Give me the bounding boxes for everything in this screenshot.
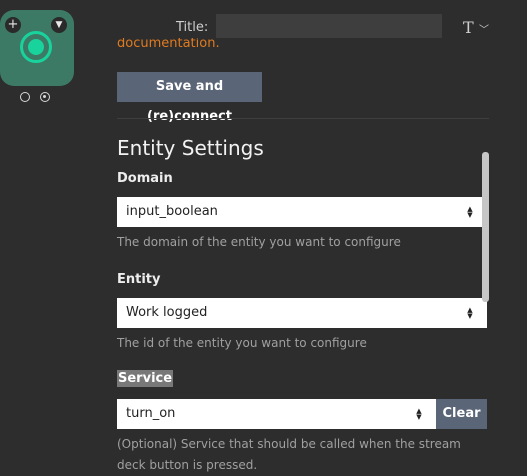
documentation-link[interactable]: documentation. [117,38,220,51]
documentation-link-text[interactable]: documentation. [117,38,220,51]
key-state-icon-dot [28,39,44,55]
title-format-icon[interactable]: T [463,18,474,37]
select-arrows-icon: ▲ ▼ [467,306,473,320]
entity-settings-heading: Entity Settings [117,136,264,160]
domain-select[interactable]: input_boolean ▲ ▼ [117,197,487,227]
service-select-value: turn_on [126,406,176,421]
domain-label: Domain [117,171,173,186]
state-radio-2[interactable] [40,92,50,102]
entity-help-text: The id of the entity you want to configu… [117,336,367,350]
divider [117,118,489,119]
service-label: Service [117,370,174,387]
add-icon[interactable]: + [5,17,21,33]
domain-select-value: input_boolean [126,204,218,219]
save-reconnect-button[interactable]: Save and (re)connect [117,72,262,124]
entity-select-value: Work logged [126,305,208,320]
entity-select[interactable]: Work logged ▲ ▼ [117,298,487,328]
title-input[interactable] [216,14,442,38]
service-select[interactable]: turn_on ▲ ▼ [117,399,436,429]
chevron-down-icon[interactable]: ﹀ [479,21,489,36]
state-radio-1[interactable] [20,92,30,102]
chevron-down-icon[interactable]: ▼ [51,17,67,33]
select-arrows-icon: ▲ ▼ [467,205,473,219]
scrollbar-thumb[interactable] [482,152,489,302]
service-help-text: (Optional) Service that should be called… [117,437,461,472]
title-label: Title: [176,20,209,35]
clear-service-button[interactable]: Clear [436,399,487,429]
entity-label: Entity [117,272,161,287]
domain-help-text: The domain of the entity you want to con… [117,235,401,249]
select-arrows-icon: ▲ ▼ [416,407,422,421]
